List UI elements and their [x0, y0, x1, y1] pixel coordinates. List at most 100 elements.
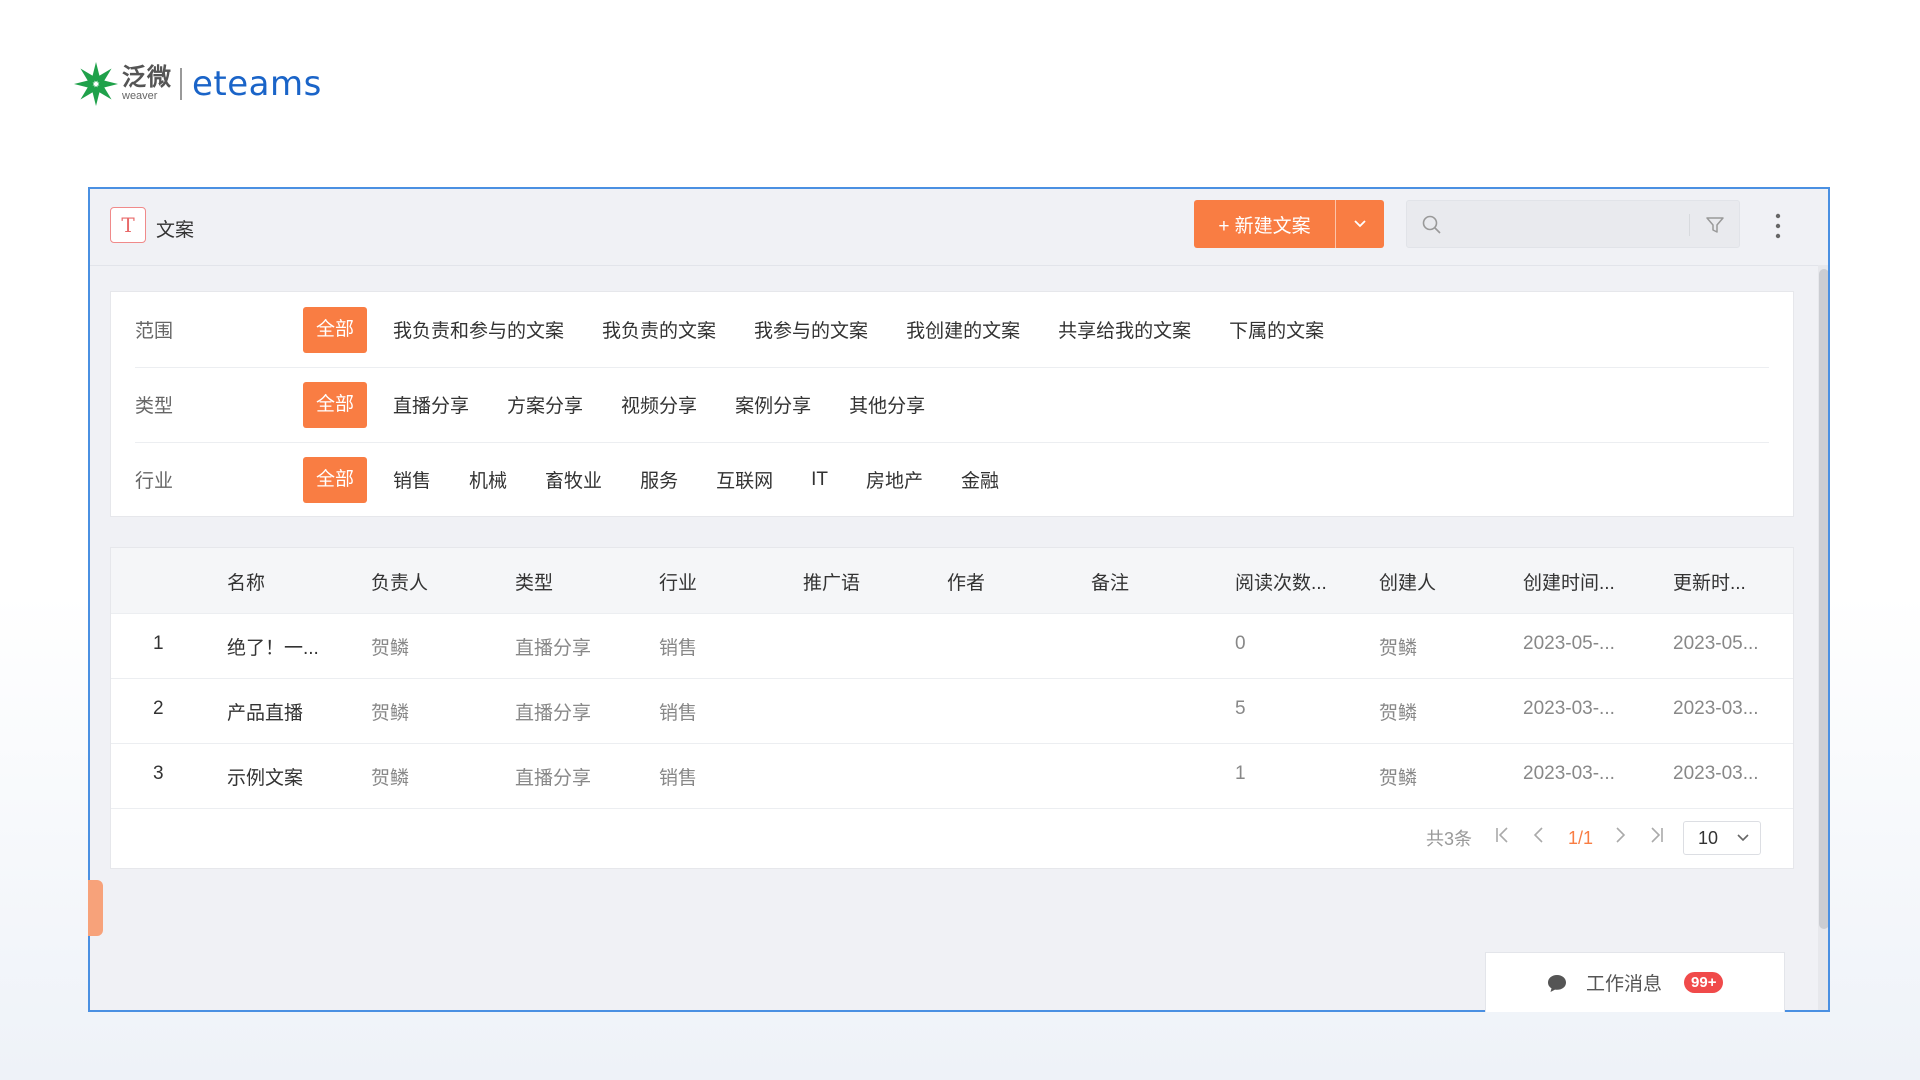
- filter-option[interactable]: 我创建的文案: [906, 316, 1020, 343]
- column-header[interactable]: 创建人: [1379, 568, 1489, 595]
- filter-option[interactable]: 全部: [303, 456, 368, 503]
- logo-separator: [180, 68, 182, 100]
- cell-creator: 贺鳞: [1379, 768, 1418, 789]
- cell-reads: 1: [1235, 763, 1246, 784]
- cell-industry: 销售: [659, 703, 698, 724]
- cell-owner: 贺鳞: [371, 703, 410, 724]
- filter-option[interactable]: 服务: [640, 466, 678, 493]
- row-index: 1: [153, 633, 164, 654]
- filter-option[interactable]: 案例分享: [735, 391, 811, 418]
- column-header[interactable]: 创建时间...: [1523, 568, 1653, 595]
- filter-option[interactable]: 我负责的文案: [602, 316, 716, 343]
- cell-industry: 销售: [659, 638, 698, 659]
- page-size-select[interactable]: 10: [1683, 821, 1761, 855]
- prev-page-icon[interactable]: [1532, 826, 1544, 850]
- new-copy-button[interactable]: + 新建文案: [1194, 200, 1336, 248]
- column-header[interactable]: 作者: [947, 568, 1057, 595]
- filter-option[interactable]: 机械: [469, 466, 507, 493]
- logo-cn: 泛微 weaver: [122, 66, 172, 102]
- table-row[interactable]: 1 绝了！一... 贺鳞 直播分享 销售 0 贺鳞 2023-05-... 20…: [111, 613, 1793, 679]
- cell-updated: 2023-03...: [1673, 698, 1759, 719]
- column-header[interactable]: 负责人: [371, 568, 481, 595]
- weaver-logo-icon: [74, 62, 118, 106]
- column-header[interactable]: 类型: [515, 568, 625, 595]
- cell-owner: 贺鳞: [371, 638, 410, 659]
- app-toolbar: T 文案 + 新建文案: [90, 189, 1828, 266]
- sidebar-expand-tab[interactable]: [88, 880, 103, 936]
- filter-label-scope: 范围: [135, 321, 174, 342]
- filter-option[interactable]: 金融: [961, 466, 999, 493]
- cell-created: 2023-05-...: [1523, 633, 1615, 654]
- filter-row-type: 类型 全部 直播分享 方案分享 视频分享 案例分享 其他分享: [135, 367, 1769, 443]
- filter-option[interactable]: 视频分享: [621, 391, 697, 418]
- cell-creator: 贺鳞: [1379, 638, 1418, 659]
- filter-option[interactable]: 我负责和参与的文案: [393, 316, 564, 343]
- filter-option[interactable]: 畜牧业: [545, 466, 602, 493]
- row-index: 3: [153, 763, 164, 784]
- cell-creator: 贺鳞: [1379, 703, 1418, 724]
- cell-type: 直播分享: [515, 768, 592, 789]
- document-app-icon: T: [110, 207, 146, 243]
- row-index: 2: [153, 698, 164, 719]
- new-copy-dropdown-button[interactable]: [1336, 200, 1384, 248]
- filter-option[interactable]: 销售: [393, 466, 431, 493]
- page-title: 文案: [156, 220, 195, 241]
- filter-option[interactable]: IT: [811, 469, 828, 491]
- cell-updated: 2023-03...: [1673, 763, 1759, 784]
- pagination-total: 共3条: [1425, 829, 1472, 849]
- filter-option[interactable]: 方案分享: [507, 391, 583, 418]
- column-header[interactable]: 阅读次数...: [1235, 568, 1365, 595]
- chat-bubble-icon: [1548, 974, 1566, 992]
- filter-option[interactable]: 全部: [303, 381, 368, 428]
- table-row[interactable]: 2 产品直播 贺鳞 直播分享 销售 5 贺鳞 2023-03-... 2023-…: [111, 678, 1793, 744]
- column-header[interactable]: 推广语: [803, 568, 913, 595]
- cell-type: 直播分享: [515, 703, 592, 724]
- logo-en-small: weaver: [122, 90, 158, 102]
- cell-reads: 0: [1235, 633, 1246, 654]
- cell-industry: 销售: [659, 768, 698, 789]
- next-page-icon[interactable]: [1615, 826, 1627, 850]
- data-table: 名称 负责人 类型 行业 推广语 作者 备注 阅读次数... 创建人 创建时间.…: [110, 547, 1794, 869]
- filter-row-industry: 行业 全部 销售 机械 畜牧业 服务 互联网 IT 房地产 金融: [135, 442, 1769, 517]
- filter-option[interactable]: 全部: [303, 306, 368, 353]
- column-header[interactable]: 行业: [659, 568, 769, 595]
- filter-option[interactable]: 互联网: [716, 466, 773, 493]
- table-row[interactable]: 3 示例文案 贺鳞 直播分享 销售 1 贺鳞 2023-03-... 2023-…: [111, 743, 1793, 809]
- column-header[interactable]: 更新时...: [1673, 568, 1783, 595]
- cell-name[interactable]: 示例文案: [227, 763, 331, 790]
- unread-badge: 99+: [1684, 972, 1724, 993]
- filter-panel: 范围 全部 我负责和参与的文案 我负责的文案 我参与的文案 我创建的文案 共享给…: [110, 291, 1794, 517]
- cell-reads: 5: [1235, 698, 1246, 719]
- chevron-down-icon: [1737, 834, 1749, 842]
- cell-name[interactable]: 产品直播: [227, 698, 331, 725]
- pagination-current: 1/1: [1567, 827, 1593, 848]
- work-message-label: 工作消息: [1586, 974, 1663, 995]
- scrollbar-thumb[interactable]: [1819, 269, 1828, 929]
- filter-option[interactable]: 房地产: [866, 466, 923, 493]
- filter-icon[interactable]: [1705, 215, 1725, 235]
- pagination: 共3条 1/1 10: [1426, 820, 1761, 856]
- filter-option[interactable]: 我参与的文案: [754, 316, 868, 343]
- filter-option[interactable]: 直播分享: [393, 391, 469, 418]
- filter-option[interactable]: 其他分享: [849, 391, 925, 418]
- work-message-bar[interactable]: 工作消息 99+: [1485, 952, 1785, 1012]
- search-input[interactable]: [1455, 211, 1669, 239]
- filter-label-industry: 行业: [135, 471, 174, 492]
- column-header[interactable]: 名称: [227, 568, 337, 595]
- first-page-icon[interactable]: [1494, 826, 1510, 850]
- chevron-down-icon: [1354, 220, 1366, 228]
- last-page-icon[interactable]: [1649, 826, 1665, 850]
- app-window: T 文案 + 新建文案 范围 全部 我负责和参与的文案 我负责的文案 我参与的文…: [88, 187, 1830, 1012]
- search-icon: [1422, 215, 1441, 234]
- filter-row-scope: 范围 全部 我负责和参与的文案 我负责的文案 我参与的文案 我创建的文案 共享给…: [135, 292, 1769, 368]
- filter-option[interactable]: 共享给我的文案: [1058, 316, 1191, 343]
- more-vertical-icon[interactable]: [1772, 211, 1784, 241]
- cell-name[interactable]: 绝了！一...: [227, 633, 331, 660]
- vertical-scrollbar[interactable]: [1818, 265, 1828, 1010]
- cell-created: 2023-03-...: [1523, 698, 1615, 719]
- cell-created: 2023-03-...: [1523, 763, 1615, 784]
- column-header[interactable]: 备注: [1091, 568, 1201, 595]
- table-header: 名称 负责人 类型 行业 推广语 作者 备注 阅读次数... 创建人 创建时间.…: [111, 548, 1793, 614]
- new-copy-button-group: + 新建文案: [1194, 200, 1384, 248]
- filter-option[interactable]: 下属的文案: [1229, 316, 1324, 343]
